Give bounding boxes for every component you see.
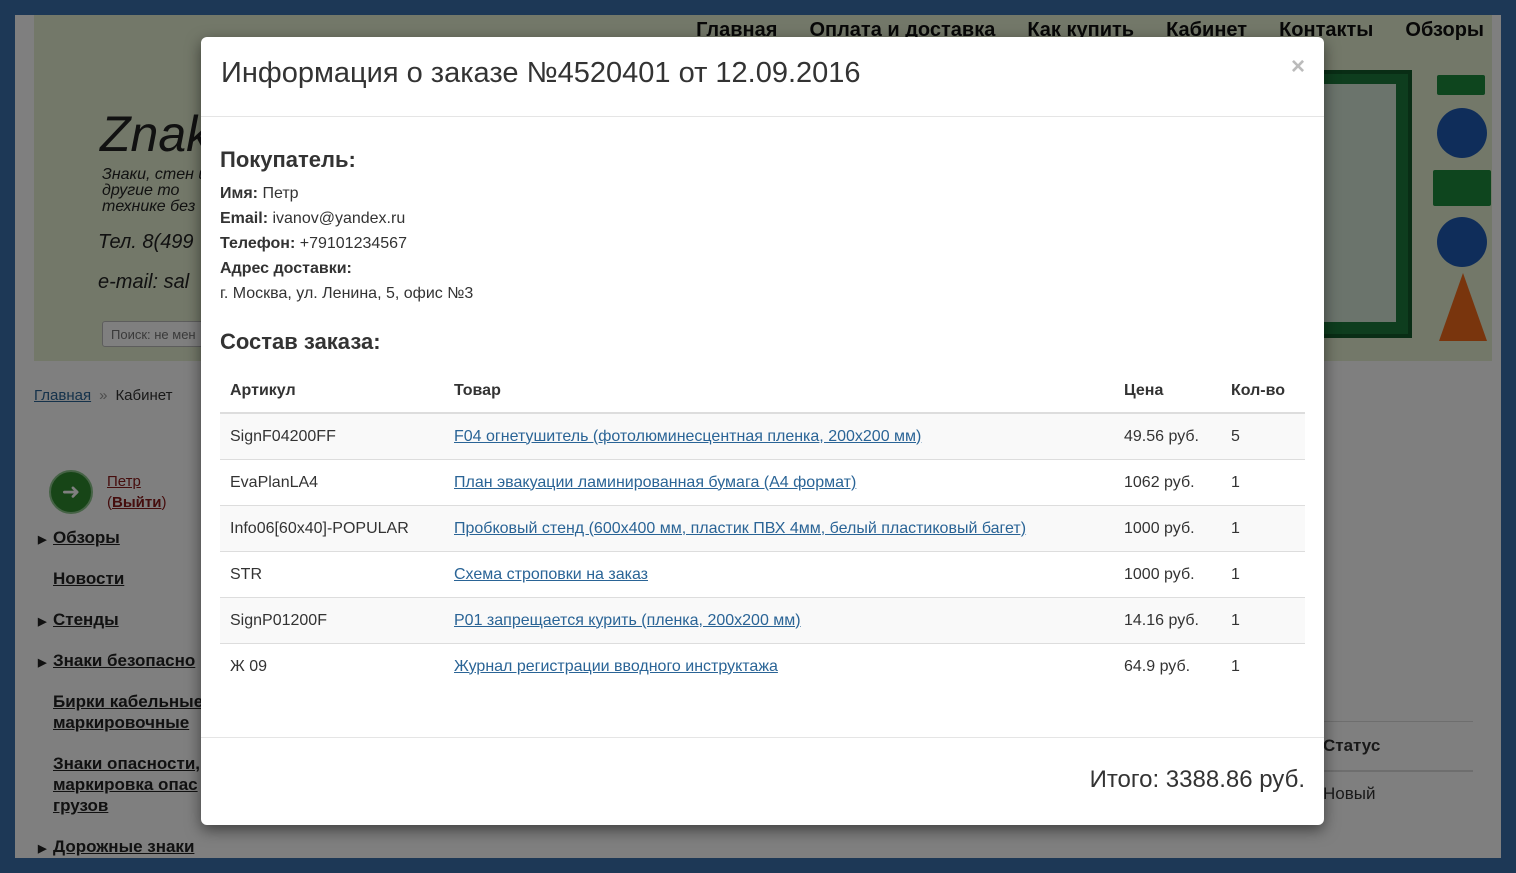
email-label: Email: <box>220 210 269 227</box>
address-value: г. Москва, ул. Ленина, 5, офис №3 <box>220 285 474 302</box>
buyer-address-row: Адрес доставки: <box>220 256 1305 281</box>
table-row: Info06[60x40]-POPULAR Пробковый стенд (6… <box>220 505 1305 552</box>
column-header-qty: Кол-во <box>1221 372 1305 414</box>
phone-value: +79101234567 <box>299 235 407 252</box>
item-qty: 1 <box>1221 505 1305 552</box>
table-row: STR Схема строповки на заказ 1000 руб. 1 <box>220 551 1305 598</box>
order-heading: Состав заказа: <box>220 329 381 354</box>
buyer-name-row: Имя: Петр <box>220 181 1305 206</box>
column-header-price: Цена <box>1114 372 1221 414</box>
item-product-link[interactable]: Схема строповки на заказ <box>454 566 648 583</box>
modal-footer: Итого: 3388.86 руб. <box>201 737 1324 825</box>
name-label: Имя: <box>220 185 258 202</box>
buyer-phone-row: Телефон: +79101234567 <box>220 231 1305 256</box>
item-sku: EvaPlanLA4 <box>220 459 444 506</box>
buyer-info: Имя: Петр Email: ivanov@yandex.ru Телефо… <box>220 181 1305 306</box>
table-header-row: Артикул Товар Цена Кол-во <box>220 372 1305 414</box>
item-product-link[interactable]: План эвакуации ламинированная бумага (А4… <box>454 474 856 491</box>
item-qty: 1 <box>1221 551 1305 598</box>
table-row: Ж 09 Журнал регистрации вводного инструк… <box>220 643 1305 689</box>
name-value: Петр <box>262 185 299 202</box>
item-price: 1000 руб. <box>1114 505 1221 552</box>
column-header-sku: Артикул <box>220 372 444 414</box>
table-row: SignP01200F P01 запрещается курить (плен… <box>220 597 1305 644</box>
modal-title: Информация о заказе №4520401 от 12.09.20… <box>221 57 861 89</box>
item-price: 1000 руб. <box>1114 551 1221 598</box>
item-product-link[interactable]: P01 запрещается курить (пленка, 200x200 … <box>454 612 801 629</box>
column-header-product: Товар <box>444 372 1114 414</box>
email-value: ivanov@yandex.ru <box>272 210 406 227</box>
order-info-modal: Информация о заказе №4520401 от 12.09.20… <box>201 37 1324 825</box>
item-price: 49.56 руб. <box>1124 427 1199 445</box>
item-qty: 1 <box>1221 597 1305 644</box>
buyer-email-row: Email: ivanov@yandex.ru <box>220 206 1305 231</box>
item-qty: 1 <box>1221 643 1305 689</box>
item-sku: Ж 09 <box>220 643 444 689</box>
item-sku: SignP01200F <box>220 597 444 644</box>
item-qty: 1 <box>1221 459 1305 506</box>
modal-body: Покупатель: Имя: Петр Email: ivanov@yand… <box>201 117 1324 689</box>
item-product-link[interactable]: Пробковый стенд (600x400 мм, пластик ПВХ… <box>454 520 1026 537</box>
close-icon[interactable]: × <box>1291 53 1305 81</box>
item-sku: Info06[60x40]-POPULAR <box>220 505 444 552</box>
item-price: 64.9 руб. <box>1114 643 1221 689</box>
modal-header: Информация о заказе №4520401 от 12.09.20… <box>201 37 1324 117</box>
item-sku: STR <box>220 551 444 598</box>
item-product-link[interactable]: Журнал регистрации вводного инструктажа <box>454 658 778 675</box>
order-items-table: Артикул Товар Цена Кол-во SignF04200FF F… <box>220 372 1305 689</box>
item-qty: 5 <box>1231 427 1240 445</box>
order-total: Итого: 3388.86 руб. <box>1089 766 1305 793</box>
table-row: SignF04200FF F04 огнетушитель (фотолюмин… <box>220 413 1305 460</box>
item-price: 1062 руб. <box>1114 459 1221 506</box>
item-price: 14.16 руб. <box>1114 597 1221 644</box>
item-product-link[interactable]: F04 огнетушитель (фотолюминесцентная пле… <box>454 428 921 445</box>
buyer-heading: Покупатель: <box>220 147 356 172</box>
phone-label: Телефон: <box>220 235 296 252</box>
item-sku: SignF04200FF <box>230 427 336 445</box>
address-label: Адрес доставки: <box>220 260 352 277</box>
table-row: EvaPlanLA4 План эвакуации ламинированная… <box>220 459 1305 506</box>
